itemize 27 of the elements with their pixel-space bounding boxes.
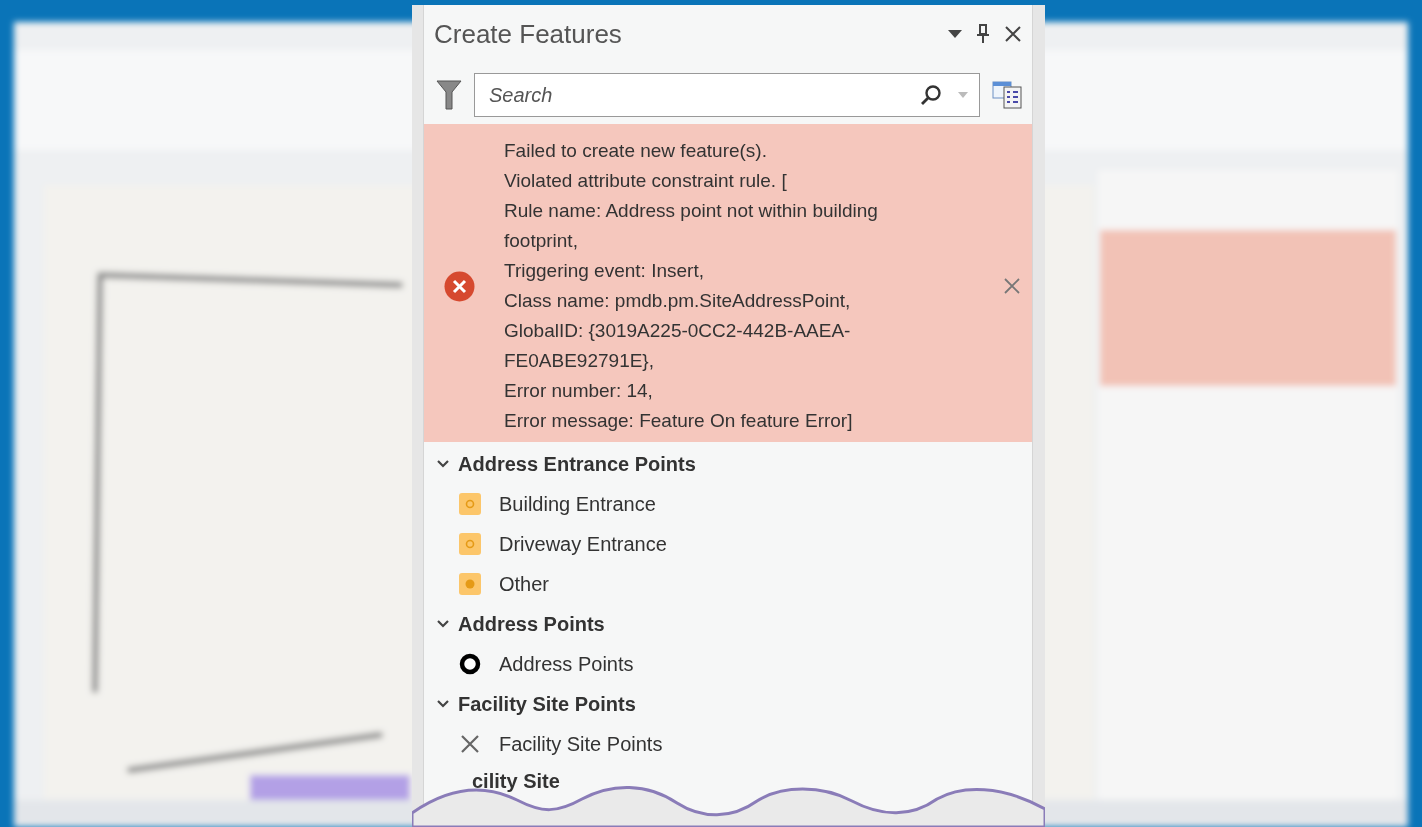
feature-template-item[interactable]: Address Points (424, 644, 1032, 684)
group-heading[interactable]: Address Points (458, 612, 605, 636)
square-point-icon (459, 573, 481, 595)
dropdown-icon[interactable] (948, 30, 962, 38)
ring-point-icon (459, 653, 481, 675)
panel-title: Create Features (434, 18, 623, 50)
error-message: Failed to create new feature(s). Violated attribute constraint rule. [ Rule name: Address point not within building footprint, Triggering event: Insert, Class name: pmdb.pm.SiteAddressPoint, GlobalID: {3019A225-0CC2-442B-AAEA- FE0ABE92791E}, Error number: 14, Error message: Feature On feature Error] (504, 139, 879, 433)
square-point-icon (459, 533, 481, 555)
feature-template-item[interactable]: Driveway Entrance (424, 524, 1032, 564)
close-icon[interactable] (1004, 25, 1022, 43)
search-field[interactable]: Search (474, 73, 980, 117)
group-heading[interactable]: Address Entrance Points (458, 452, 696, 476)
chevron-down-icon[interactable] (436, 459, 450, 469)
cross-icon (460, 734, 480, 754)
filter-icon[interactable] (436, 80, 462, 110)
group-heading[interactable]: cility Site (472, 770, 560, 793)
group-heading[interactable]: Facility Site Points (458, 692, 636, 716)
error-icon (444, 270, 475, 302)
search-icon[interactable] (920, 84, 942, 106)
feature-template-item[interactable]: Facility Site Points (424, 724, 1032, 764)
feature-template-item[interactable]: Building Entrance (424, 484, 1032, 524)
feature-template-item[interactable]: Other (424, 564, 1032, 604)
pin-icon[interactable] (976, 24, 990, 44)
table-view-icon[interactable] (992, 81, 1022, 109)
chevron-down-icon[interactable] (436, 619, 450, 629)
chevron-down-icon[interactable] (436, 699, 450, 709)
square-point-icon (459, 493, 481, 515)
